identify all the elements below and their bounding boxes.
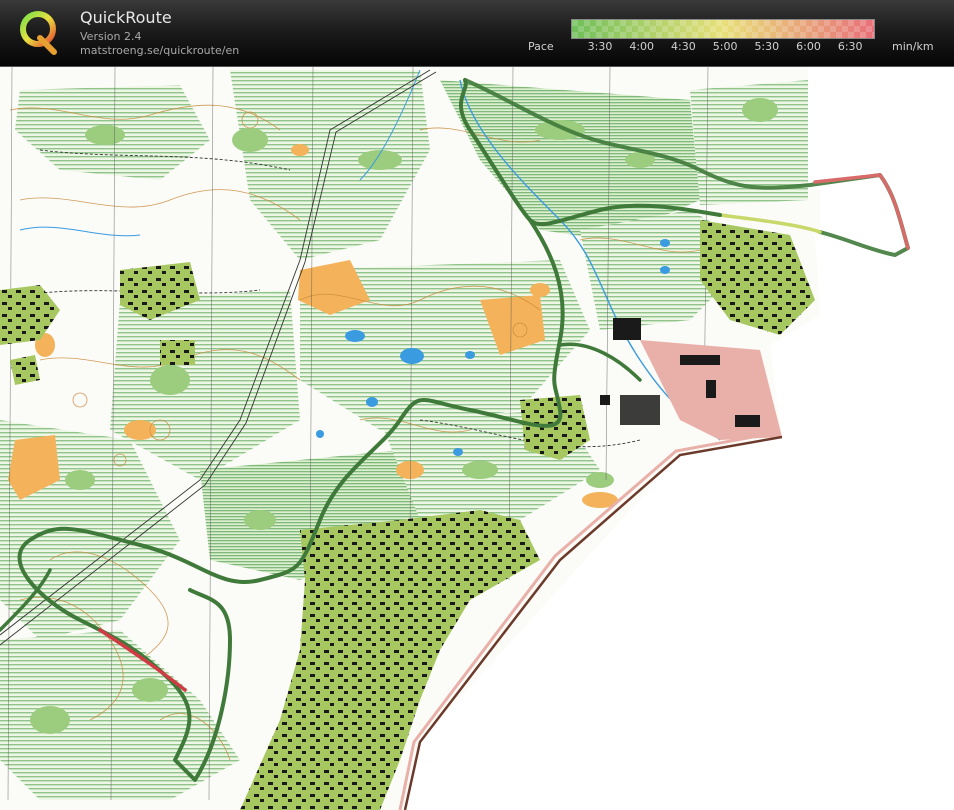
pace-tick-label: 6:00	[796, 40, 821, 53]
green-patch	[535, 120, 585, 140]
pond	[453, 448, 463, 456]
green-patch	[65, 470, 95, 490]
map-terrain-right-strip	[808, 190, 820, 232]
pond	[660, 239, 670, 247]
app-title: QuickRoute	[80, 8, 172, 27]
open-land-area	[396, 461, 424, 479]
pond	[316, 430, 324, 438]
pace-color-bar	[571, 19, 875, 39]
pace-tick-label: 5:00	[712, 40, 738, 53]
urban-area	[10, 355, 40, 385]
pace-tick-label: 4:30	[671, 40, 696, 53]
orienteering-map[interactable]	[0, 67, 954, 810]
green-patch	[232, 128, 268, 152]
pace-tick-label: 4:00	[629, 40, 655, 53]
building	[600, 395, 610, 405]
open-land-area	[291, 144, 309, 156]
pace-tick-label: 5:30	[754, 40, 780, 53]
app-header: QuickRoute Version 2.4 matstroeng.se/qui…	[0, 0, 954, 67]
open-land-area	[124, 420, 156, 440]
green-patch	[132, 678, 168, 702]
building	[613, 318, 641, 340]
building	[706, 380, 716, 398]
pace-ticks: 3:30 4:00 4:30 5:00 5:30 6:00 6:30	[0, 40, 954, 54]
open-land-area	[530, 283, 550, 297]
pond	[465, 351, 475, 359]
green-patch	[244, 510, 276, 530]
pace-unit: min/km	[892, 40, 934, 53]
pond	[345, 330, 365, 342]
pond	[660, 266, 670, 274]
route-segment-slow	[813, 173, 910, 250]
building	[680, 355, 720, 365]
pace-tick-label: 6:30	[837, 40, 863, 53]
green-patch	[30, 706, 70, 734]
building	[735, 415, 760, 427]
green-patch	[462, 461, 498, 479]
green-patch	[586, 472, 614, 488]
green-patch	[742, 98, 778, 122]
building	[620, 395, 660, 425]
urban-area	[160, 340, 195, 365]
pond	[400, 348, 424, 364]
pond	[366, 397, 378, 407]
green-patch	[85, 125, 125, 145]
green-patch	[150, 365, 190, 395]
pace-tick-label: 3:30	[587, 40, 613, 53]
